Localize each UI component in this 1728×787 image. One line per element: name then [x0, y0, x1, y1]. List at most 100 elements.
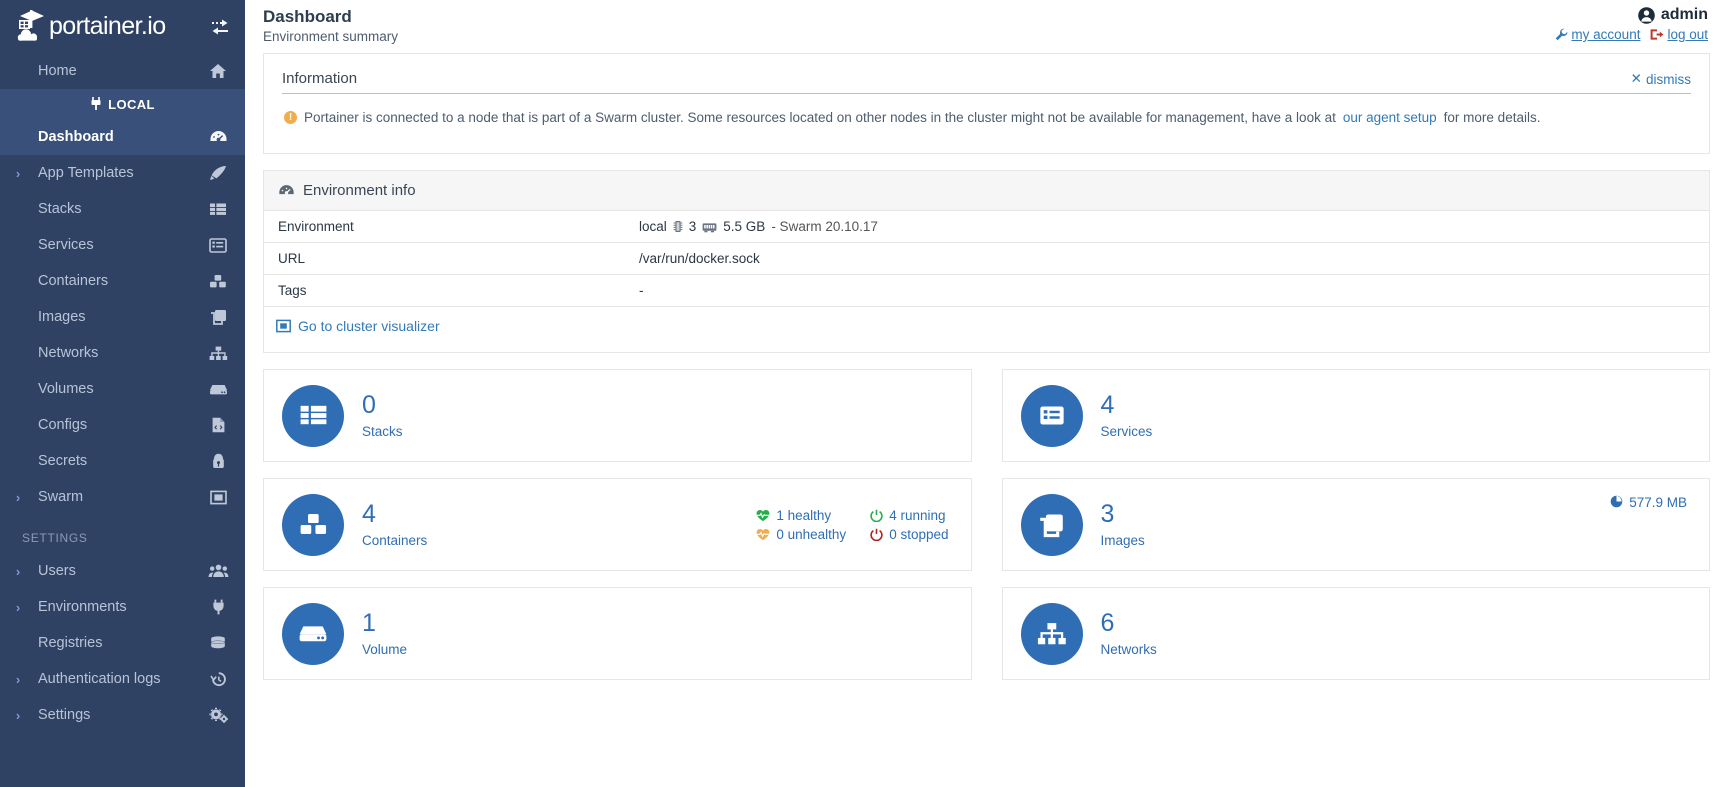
page-header-right: admin my account log out	[1555, 6, 1708, 42]
secrets-lock-icon	[207, 452, 229, 470]
containers-unhealthy-label: 0 unhealthy	[776, 526, 847, 542]
wrench-icon	[1555, 28, 1568, 41]
swarm-version: - Swarm 20.10.17	[771, 219, 878, 234]
sidebar-item-volumes[interactable]: › Volumes	[0, 371, 245, 407]
warning-exclamation-icon: !	[284, 111, 297, 124]
sidebar-item-app-templates[interactable]: › App Templates	[0, 155, 245, 191]
sidebar-item-users[interactable]: › Users	[0, 553, 245, 589]
sidebar-item-label: Networks	[38, 345, 99, 361]
log-out-link[interactable]: log out	[1650, 27, 1708, 42]
volumes-hdd-icon	[282, 602, 344, 665]
power-red-icon	[870, 528, 883, 541]
chevron-right-icon[interactable]: ›	[10, 672, 26, 687]
stat-card-label: Images	[1100, 533, 1145, 549]
brand-left: portainer.io	[16, 9, 166, 45]
containers-stopped-label: 0 stopped	[889, 526, 949, 542]
sidebar-nav: › Home LOCAL › Dashboard	[0, 53, 245, 787]
collapse-sidebar-icon[interactable]	[209, 16, 231, 38]
dashboard-content: Information ✕ dismiss ! Portainer is con…	[245, 53, 1728, 680]
stat-card-count: 3	[1100, 499, 1115, 528]
sidebar-environment-badge[interactable]: LOCAL	[0, 89, 245, 119]
sidebar-item-containers[interactable]: › Containers	[0, 263, 245, 299]
volumes-hdd-icon	[207, 380, 229, 398]
sidebar: portainer.io › Home	[0, 0, 245, 787]
containers-stopped: 0 stopped	[870, 526, 949, 542]
services-list-icon	[1020, 384, 1083, 447]
cpu-icon	[673, 220, 683, 233]
sidebar-item-secrets[interactable]: › Secrets	[0, 443, 245, 479]
current-user: admin	[1555, 6, 1708, 24]
images-total-size-label: 577.9 MB	[1629, 495, 1687, 510]
stat-card-stacks[interactable]: 0 Stacks	[263, 369, 972, 462]
page-header: Dashboard Environment summary admin my a…	[245, 0, 1728, 53]
services-list-icon	[207, 236, 229, 254]
chevron-right-icon[interactable]: ›	[10, 166, 26, 181]
stat-card-main: 1 Volume	[362, 609, 949, 657]
sidebar-item-services[interactable]: › Services	[0, 227, 245, 263]
sidebar-item-label: Swarm	[38, 489, 84, 505]
sidebar-item-dashboard[interactable]: › Dashboard	[0, 119, 245, 155]
sidebar-item-label: Environments	[38, 599, 127, 615]
sidebar-item-label-home: Home	[38, 63, 77, 79]
sidebar-item-settings[interactable]: › Settings	[0, 697, 245, 733]
stat-card-count: 0	[362, 390, 376, 419]
pie-chart-icon	[1610, 495, 1623, 508]
chevron-right-icon[interactable]: ›	[10, 490, 26, 505]
environment-row-value: /var/run/docker.sock	[639, 251, 760, 266]
sidebar-item-images[interactable]: › Images	[0, 299, 245, 335]
sidebar-item-registries[interactable]: › Registries	[0, 625, 245, 661]
chevron-right-icon[interactable]: ›	[10, 708, 26, 723]
networks-sitemap-icon	[207, 344, 229, 362]
my-account-label: my account	[1571, 27, 1641, 42]
log-out-label: log out	[1667, 27, 1708, 42]
sidebar-item-label: Dashboard	[38, 129, 114, 145]
sidebar-item-label: Services	[38, 237, 94, 253]
information-message-after: for more details.	[1443, 110, 1541, 125]
stat-card-services[interactable]: 4 Services	[1001, 369, 1710, 462]
stat-card-label: Stacks	[362, 424, 403, 440]
stat-card-main: 3 Images	[1100, 499, 1611, 549]
information-title: Information	[282, 70, 358, 87]
sidebar-item-authentication-logs[interactable]: › Authentication logs	[0, 661, 245, 697]
containers-boxes-icon	[282, 493, 344, 556]
containers-unhealthy: 0 unhealthy	[756, 527, 846, 542]
containers-status-stats: 1 healthy 4 running 0 unhealthy 0 stoppe…	[756, 508, 949, 542]
sidebar-item-networks[interactable]: › Networks	[0, 335, 245, 371]
stat-card-main: 4 Containers	[362, 500, 756, 548]
sidebar-environment-label: LOCAL	[108, 96, 155, 112]
stat-card-containers[interactable]: 4 Containers 1 healthy 4 running 0 unhea…	[263, 478, 972, 571]
stat-card-volumes[interactable]: 1 Volume	[263, 587, 972, 680]
stat-card-images[interactable]: 3 Images 577.9 MB	[1001, 478, 1710, 571]
sidebar-item-label: Images	[38, 309, 86, 325]
sidebar-brand: portainer.io	[0, 0, 245, 53]
agent-setup-link[interactable]: our agent setup	[1343, 110, 1437, 125]
chevron-right-icon[interactable]: ›	[10, 600, 26, 615]
my-account-link[interactable]: my account	[1555, 27, 1640, 42]
sidebar-item-configs[interactable]: › Configs	[0, 407, 245, 443]
rocket-icon	[207, 164, 229, 182]
sidebar-item-stacks[interactable]: › Stacks	[0, 191, 245, 227]
portainer-whale-crane-logo-icon	[16, 9, 48, 45]
networks-sitemap-icon	[1020, 602, 1083, 665]
sidebar-item-label: App Templates	[38, 165, 134, 181]
stat-card-networks[interactable]: 6 Networks	[1001, 587, 1710, 680]
sidebar-item-home[interactable]: › Home	[0, 53, 245, 89]
environment-row-value: local 3 5.5 GB - Swarm 20.10.17	[639, 219, 878, 234]
close-x-icon: ✕	[1630, 71, 1642, 86]
sidebar-item-swarm[interactable]: › Swarm	[0, 479, 245, 515]
environment-row-tags: Tags -	[264, 275, 1709, 307]
brand-text: portainer.io	[49, 12, 166, 40]
information-body: ! Portainer is connected to a node that …	[282, 94, 1691, 139]
page-subtitle: Environment summary	[263, 29, 399, 45]
environment-info-header: Environment info	[264, 171, 1709, 211]
dismiss-button[interactable]: ✕ dismiss	[1631, 71, 1691, 87]
sidebar-item-environments[interactable]: › Environments	[0, 589, 245, 625]
sidebar-item-label: Stacks	[38, 201, 82, 217]
chevron-right-icon[interactable]: ›	[10, 564, 26, 579]
user-circle-icon	[1638, 6, 1655, 24]
environment-row-url: URL /var/run/docker.sock	[264, 243, 1709, 275]
environment-info-panel: Environment info Environment local 3 5.5…	[263, 170, 1710, 353]
cluster-visualizer-link[interactable]: Go to cluster visualizer	[276, 318, 440, 334]
gears-icon	[207, 706, 229, 724]
history-clock-icon	[207, 670, 229, 688]
